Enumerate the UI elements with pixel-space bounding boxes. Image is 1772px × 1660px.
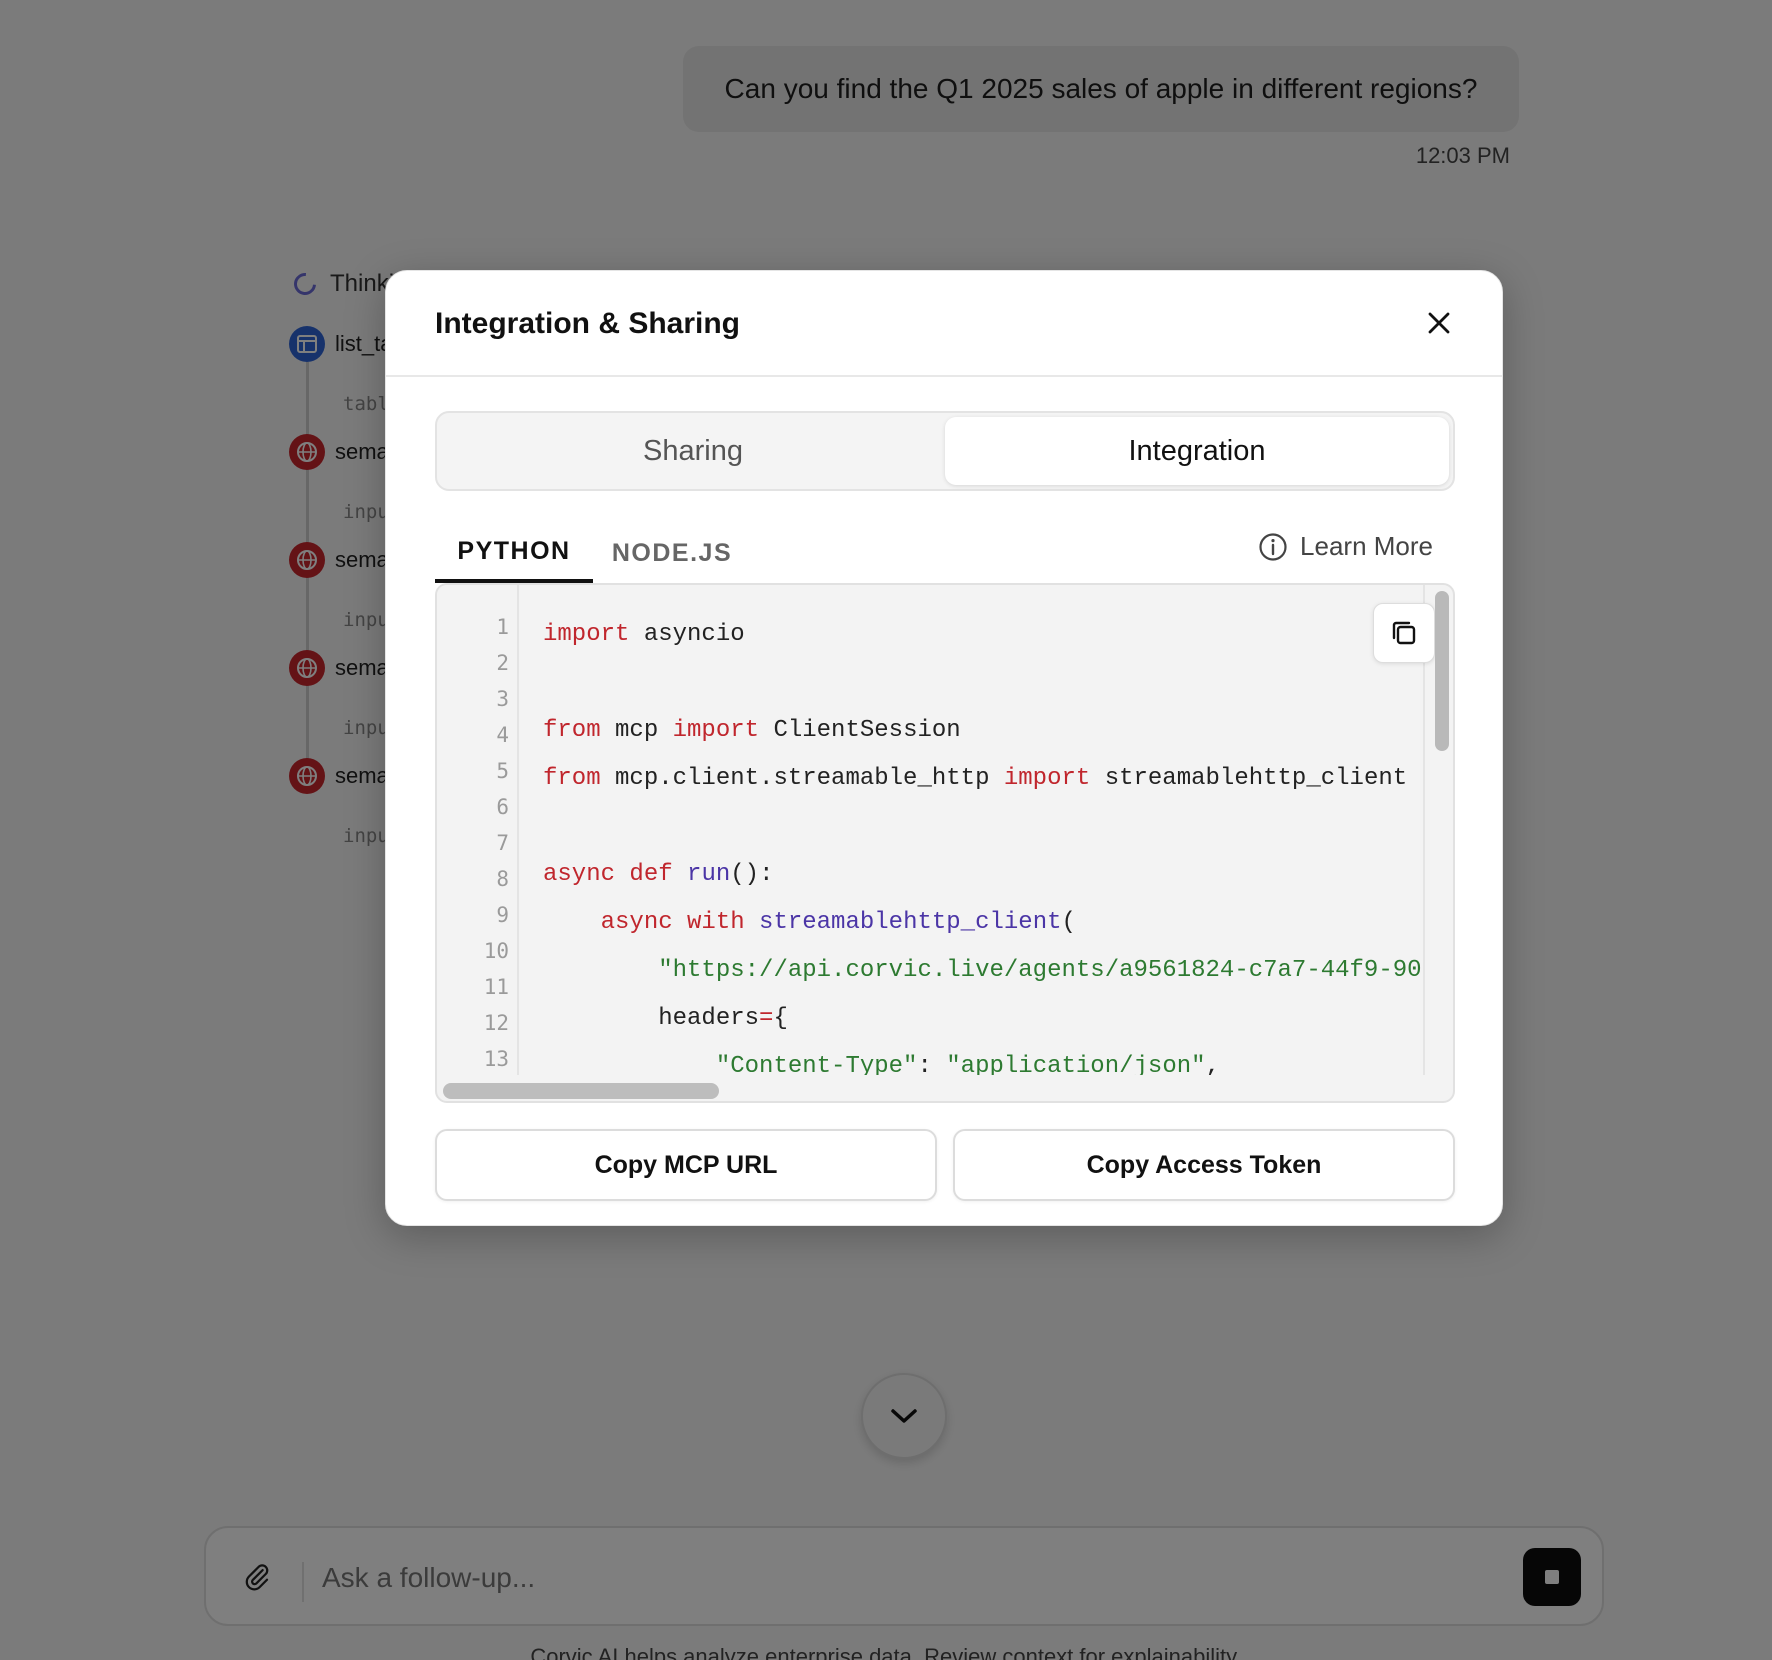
- tab-sharing[interactable]: Sharing: [441, 417, 945, 485]
- code-content[interactable]: import asyncio from mcp import ClientSes…: [519, 585, 1425, 1075]
- learn-more-link[interactable]: Learn More: [1258, 531, 1433, 562]
- line-number: 2: [496, 651, 509, 675]
- line-number: 13: [483, 1047, 509, 1071]
- copy-mcp-url-button[interactable]: Copy MCP URL: [435, 1129, 937, 1201]
- line-number: 5: [496, 759, 509, 783]
- code-line: async with streamablehttp_client(: [600, 909, 1076, 936]
- code-block[interactable]: 1 2 3 4 5 6 7 8 9 10 11 12 13 import asy…: [435, 583, 1455, 1103]
- info-icon: [1259, 532, 1287, 561]
- line-number: 3: [496, 687, 509, 711]
- integration-sharing-modal: Integration & Sharing Sharing Integratio…: [385, 270, 1503, 1226]
- code-line: from mcp import ClientSession: [543, 717, 961, 744]
- copy-access-token-button[interactable]: Copy Access Token: [953, 1129, 1455, 1201]
- tab-python[interactable]: PYTHON: [435, 523, 593, 583]
- vertical-scrollbar[interactable]: [1427, 585, 1453, 1075]
- code-line: "https://api.corvic.live/agents/a9561824…: [658, 957, 1425, 984]
- modal-header: Integration & Sharing: [386, 271, 1502, 377]
- language-tabs: PYTHON NODE.JS Learn More: [435, 523, 1455, 583]
- copy-icon: [1392, 621, 1416, 645]
- line-number: 11: [483, 975, 509, 999]
- line-number: 10: [483, 939, 509, 963]
- code-line: headers={: [543, 1005, 788, 1032]
- line-number: 8: [496, 867, 509, 891]
- tab-integration[interactable]: Integration: [945, 417, 1449, 485]
- line-number: 4: [496, 723, 509, 747]
- code-line: from mcp.client.streamable_http import s…: [543, 765, 1408, 792]
- line-number: 6: [496, 795, 509, 819]
- close-icon: [1428, 312, 1450, 334]
- code-line: async def run():: [543, 861, 774, 888]
- line-number: 7: [496, 831, 509, 855]
- copy-code-button[interactable]: [1373, 603, 1435, 663]
- horizontal-scroll-thumb[interactable]: [443, 1083, 719, 1099]
- line-number-gutter: 1 2 3 4 5 6 7 8 9 10 11 12 13: [437, 585, 519, 1075]
- horizontal-scrollbar[interactable]: [437, 1075, 1453, 1101]
- line-number: 9: [496, 903, 509, 927]
- line-number: 12: [483, 1011, 509, 1035]
- learn-more-label: Learn More: [1300, 531, 1433, 561]
- modal-title: Integration & Sharing: [435, 307, 741, 340]
- line-number: 1: [496, 615, 509, 639]
- code-line: "Content-Type": "application/json",: [715, 1053, 1220, 1075]
- vertical-scroll-thumb[interactable]: [1435, 591, 1449, 751]
- close-button[interactable]: [1421, 305, 1457, 341]
- segmented-tabs: Sharing Integration: [435, 411, 1455, 491]
- tab-nodejs[interactable]: NODE.JS: [593, 523, 751, 583]
- code-line: import asyncio: [543, 621, 745, 648]
